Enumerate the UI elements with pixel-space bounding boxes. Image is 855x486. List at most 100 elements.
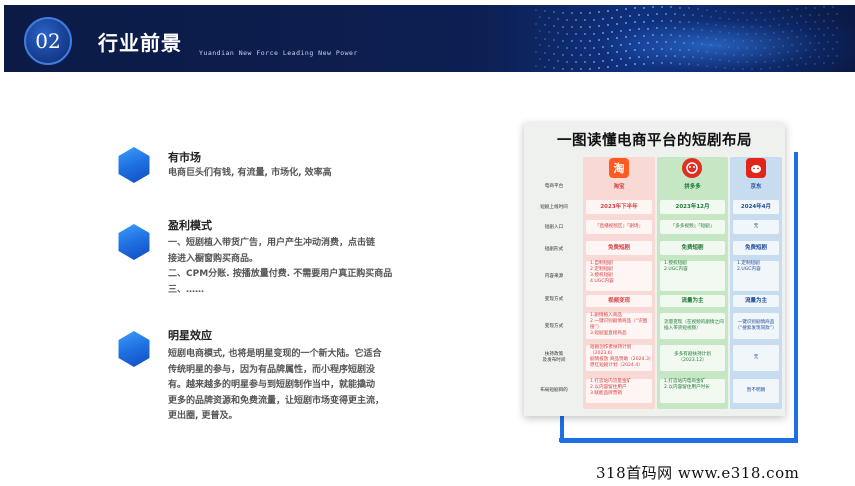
decoration-dot [607, 24, 609, 27]
decoration-dot [778, 66, 780, 69]
decoration-dot [535, 23, 537, 25]
decoration-dot [823, 48, 825, 51]
decoration-dot [553, 38, 555, 41]
decoration-dot [827, 27, 829, 30]
row-label: 扶持政策 及发布时间 [542, 352, 566, 363]
decoration-dot [535, 9, 537, 11]
decoration-dot [661, 34, 663, 36]
policy: 无 [733, 345, 779, 371]
decoration-dot [643, 62, 645, 65]
decoration-dot [706, 9, 708, 12]
goal: 1.打造站内电商金矿 2.以内容留住用户时长 [660, 379, 725, 403]
decoration-dot [625, 22, 627, 25]
decoration-dot [778, 24, 780, 27]
decoration-dot [674, 13, 676, 16]
decoration-dot [647, 27, 649, 30]
header-decoration [535, 5, 855, 72]
policy: 短剧创作者扶持计划（2023.6） 剧情投放 商品赞助（2024.3） 原红短剧… [586, 345, 653, 371]
decoration-dot [724, 52, 726, 55]
decoration-dot [634, 35, 636, 38]
source: 1.授权短剧 2.UGC内容 [660, 261, 725, 291]
decoration-dot [607, 38, 609, 41]
decoration-dot [611, 17, 613, 20]
source-item: 2.UGC内容 [737, 267, 761, 272]
decoration-dot [566, 46, 568, 49]
decoration-dot [593, 60, 595, 63]
decoration-dot [557, 45, 559, 48]
decoration-dot [818, 13, 820, 16]
decoration-dot [769, 25, 771, 28]
decoration-dot [733, 53, 735, 56]
decoration-dot [638, 42, 640, 45]
decoration-dot [661, 20, 663, 22]
decoration-dot [665, 41, 667, 43]
decoration-dot [796, 8, 798, 11]
decoration-dot [796, 50, 798, 53]
decoration-dot [580, 11, 582, 14]
section-body-star: 短剧电商模式, 也将是明星变现的一个新大陆。它适合 传统明星的参与，因为有品牌属… [168, 347, 384, 425]
decoration-dot [584, 46, 586, 49]
decoration-dot [823, 20, 825, 23]
decoration-dot [836, 55, 838, 57]
body-line: 三、…… [168, 284, 205, 295]
row-label: 电商平台 [544, 184, 564, 189]
decoration-dot [805, 63, 807, 66]
decoration-dot [598, 53, 600, 56]
decoration-dot [643, 6, 645, 9]
decoration-dot [661, 48, 663, 50]
decoration-dot [679, 34, 681, 37]
decoration-dot [674, 27, 676, 30]
decoration-dot [751, 39, 753, 42]
decoration-dot [692, 28, 694, 31]
decoration-dot [566, 32, 568, 35]
decoration-dot [796, 22, 798, 25]
decoration-dot [742, 11, 744, 14]
decoration-dot [773, 60, 775, 63]
decoration-dot [769, 11, 771, 14]
decoration-dot [656, 13, 658, 16]
decoration-dot [589, 11, 591, 14]
decoration-dot [724, 10, 726, 13]
decoration-dot [548, 30, 550, 33]
decoration-dot [697, 50, 699, 53]
decoration-dot [571, 11, 573, 14]
decoration-dot [553, 66, 555, 69]
decoration-dot [692, 56, 694, 59]
decoration-dot [557, 31, 559, 34]
decoration-dot [773, 32, 775, 35]
body-line: 有。越来越多的明星参与到短剧制作当中，就能撬动 [168, 380, 376, 390]
decoration-dot [679, 48, 681, 51]
decoration-dot [742, 39, 744, 42]
decoration-dot [836, 41, 838, 43]
decoration-dot [688, 49, 690, 52]
decoration-dot [764, 46, 766, 49]
jd-logo-icon [746, 158, 766, 178]
decoration-dot [809, 56, 811, 59]
decoration-dot [562, 53, 564, 56]
decoration-dot [616, 51, 618, 54]
platform-name: 京东 [750, 184, 762, 190]
row-label: 短剧上线时间 [540, 205, 568, 210]
decoration-dot [760, 39, 762, 42]
decoration-dot [796, 36, 798, 39]
decoration-dot [616, 37, 618, 40]
decoration-dot [719, 17, 721, 20]
decoration-dot [760, 67, 762, 70]
infographic-card: 一图读懂电商平台的短剧布局 淘 电商平台 短剧上线时间 短剧入口 短剧形式 内容… [524, 123, 785, 416]
decoration-dot [746, 18, 748, 21]
decoration-dot [620, 44, 622, 47]
decoration-dot [539, 16, 541, 18]
decoration-dot [602, 32, 604, 35]
decoration-dot [580, 67, 582, 70]
decoration-dot [742, 67, 744, 70]
decoration-dot [728, 17, 730, 20]
decoration-dot [760, 53, 762, 56]
decoration-dot [764, 60, 766, 63]
decoration-dot [823, 62, 825, 65]
decoration-dot [589, 53, 591, 56]
decoration-dot [575, 18, 577, 21]
decoration-dot [827, 13, 829, 16]
section-body-profit: 一、短剧植入带货广告，用户产生冲动消费，点击链 接进入橱窗购买商品。 二、CPM… [168, 236, 392, 298]
decoration-dot [706, 65, 708, 68]
decoration-dot [832, 48, 834, 50]
